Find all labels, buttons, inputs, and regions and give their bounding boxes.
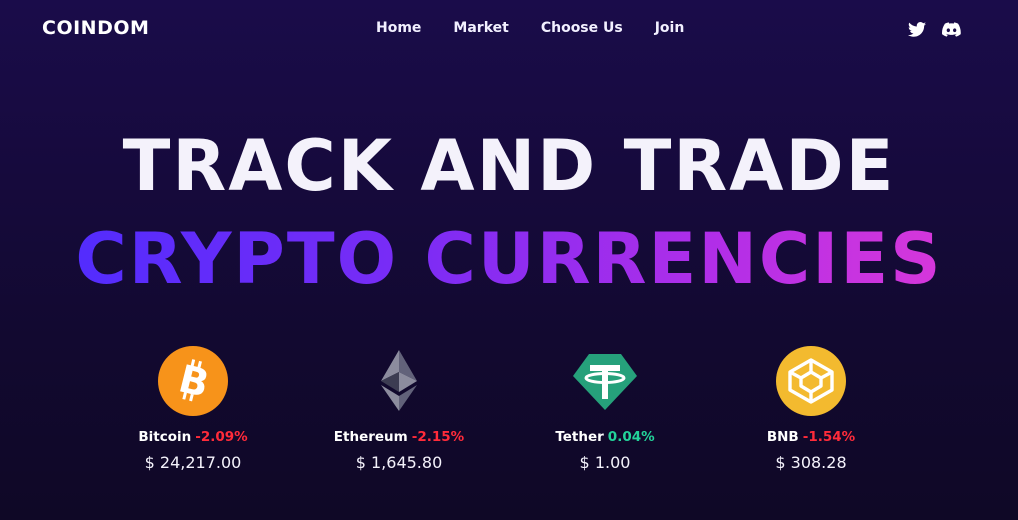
coin-card-bnb[interactable]: BNB -1.54% $ 308.28 <box>711 346 911 472</box>
coin-name: Ethereum <box>333 429 408 445</box>
nav-link-choose-us[interactable]: Choose Us <box>541 20 623 36</box>
coin-price: $ 308.28 <box>775 453 847 472</box>
coin-name: Tether <box>555 429 604 445</box>
ethereum-icon <box>381 350 417 411</box>
coin-price: $ 24,217.00 <box>144 453 242 472</box>
nav-link-home[interactable]: Home <box>376 20 421 36</box>
coin-card-ethereum[interactable]: Ethereum -2.15% $ 1,645.80 <box>299 346 499 472</box>
coin-price: $ 1,645.80 <box>355 453 443 472</box>
main-menu: Home Market Choose Us Join <box>376 20 684 36</box>
coin-change: -2.09% <box>195 429 248 445</box>
nav-link-market[interactable]: Market <box>453 20 508 36</box>
coin-card-tether[interactable]: Tether 0.04% $ 1.00 <box>505 346 705 472</box>
coin-name: BNB <box>766 429 799 445</box>
coin-label: Bitcoin -2.09% <box>93 429 293 445</box>
coin-price: $ 1.00 <box>579 453 631 472</box>
coin-label: Ethereum -2.15% <box>299 429 499 445</box>
discord-icon[interactable] <box>940 19 962 39</box>
coin-change: -2.15% <box>411 429 465 445</box>
tether-icon <box>573 354 637 410</box>
coin-label: Tether 0.04% <box>505 429 705 445</box>
coin-label: BNB -1.54% <box>711 429 911 445</box>
hero-title-line-2: CRYPTO CURRENCIES <box>0 219 1018 299</box>
bnb-icon <box>776 346 846 416</box>
top-nav: COINDOM Home Market Choose Us Join <box>0 0 1018 58</box>
coin-change: -1.54% <box>802 429 856 445</box>
coin-name: Bitcoin <box>138 429 192 445</box>
bitcoin-icon: B <box>158 346 228 416</box>
nav-link-join[interactable]: Join <box>655 20 685 36</box>
coin-change: 0.04% <box>607 429 655 445</box>
social-links <box>906 19 962 39</box>
logo[interactable]: COINDOM <box>42 17 149 39</box>
hero-title-line-1: TRACK AND TRADE <box>122 125 896 207</box>
coin-card-bitcoin[interactable]: B Bitcoin -2.09% $ 24,217.00 <box>93 346 293 472</box>
twitter-icon[interactable] <box>906 19 928 39</box>
